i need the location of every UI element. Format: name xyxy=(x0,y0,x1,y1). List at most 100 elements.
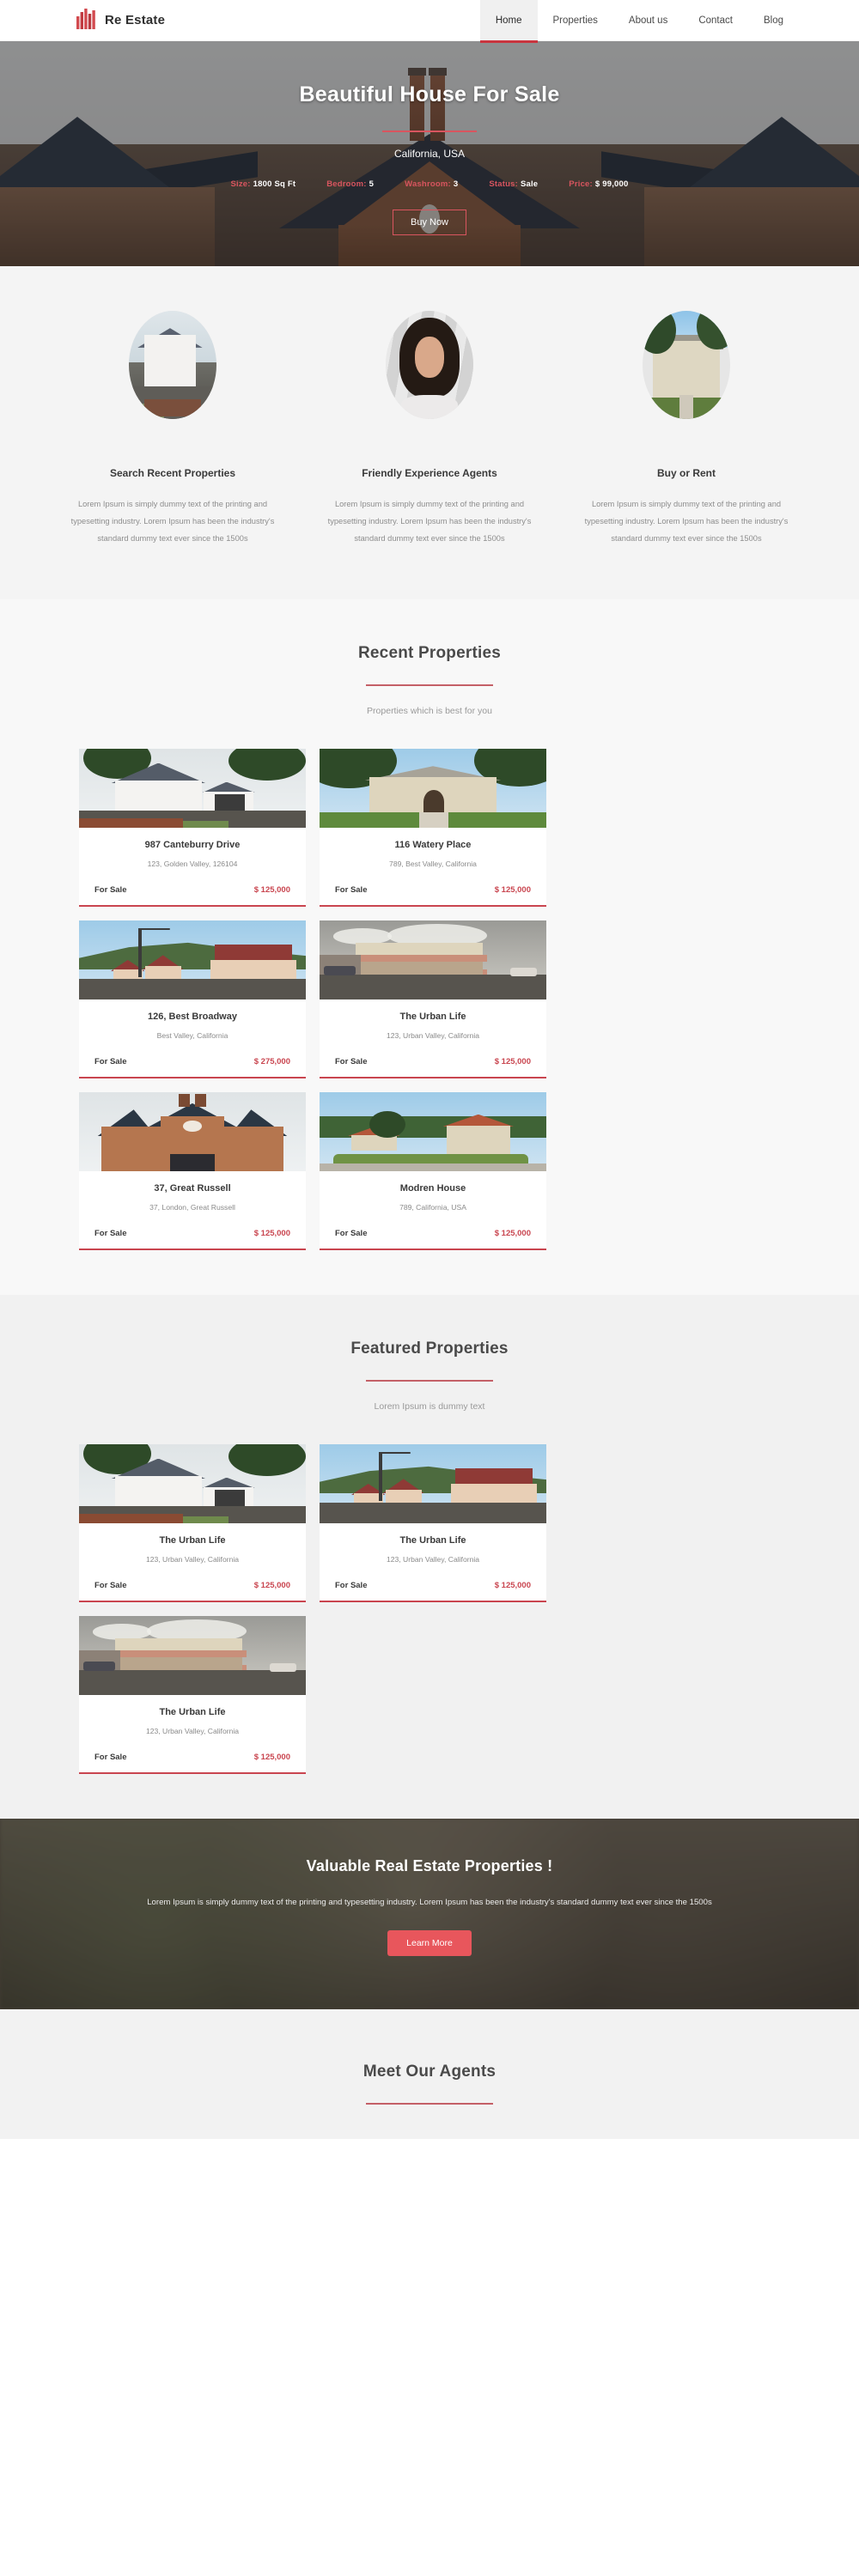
site-header: Re Estate Home Properties About us Conta… xyxy=(0,0,859,43)
mansion-photo xyxy=(643,311,730,419)
feature-title: Friendly Experience Agents xyxy=(362,467,497,479)
hero-stat-washroom: Washroom: 3 xyxy=(405,179,459,189)
section-subtitle: Lorem Ipsum is dummy text xyxy=(374,1400,485,1412)
hero-stat-price: Price: $ 99,000 xyxy=(569,179,629,189)
brand-logo[interactable]: Re Estate xyxy=(76,7,165,33)
property-title: 987 Canteburry Drive xyxy=(144,839,241,850)
main-nav: Home Properties About us Contact Blog xyxy=(479,0,799,43)
white-house-garage-photo xyxy=(79,748,306,828)
property-card[interactable]: 37, Great Russell 37, London, Great Russ… xyxy=(79,1091,306,1250)
property-price: $ 125,000 xyxy=(494,1056,531,1066)
agents-section: Meet Our Agents xyxy=(0,2008,859,2139)
features-section: Search Recent Properties Lorem Ipsum is … xyxy=(0,266,859,599)
feature-column-search: Search Recent Properties Lorem Ipsum is … xyxy=(60,311,285,548)
property-address: 123, Urban Valley, California xyxy=(145,1726,240,1735)
nav-item-blog[interactable]: Blog xyxy=(748,0,799,41)
property-status: For Sale xyxy=(335,884,368,895)
property-card[interactable]: 116 Watery Place 789, Best Valley, Calif… xyxy=(320,748,546,907)
property-address: 37, London, Great Russell xyxy=(149,1202,235,1212)
brand-name: Re Estate xyxy=(105,13,166,27)
property-address: Best Valley, California xyxy=(156,1030,228,1040)
property-card[interactable]: The Urban Life 123, Urban Valley, Califo… xyxy=(320,1443,546,1602)
property-title: The Urban Life xyxy=(399,1534,466,1546)
section-subtitle: Properties which is best for you xyxy=(367,705,492,716)
property-price: $ 275,000 xyxy=(253,1056,290,1066)
nav-item-home[interactable]: Home xyxy=(479,0,538,43)
white-house-photo xyxy=(129,311,216,419)
property-address: 789, California, USA xyxy=(399,1202,466,1212)
nav-item-contact[interactable]: Contact xyxy=(683,0,748,41)
property-address: 789, Best Valley, California xyxy=(389,859,477,868)
cta-banner: Valuable Real Estate Properties ! Lorem … xyxy=(0,1818,859,2009)
property-price: $ 125,000 xyxy=(253,1228,290,1238)
hero-title: Beautiful House For Sale xyxy=(299,82,560,106)
property-status: For Sale xyxy=(94,884,127,895)
property-address: 123, Urban Valley, California xyxy=(386,1030,480,1040)
property-status: For Sale xyxy=(94,1056,127,1066)
property-address: 123, Urban Valley, California xyxy=(386,1554,480,1564)
cta-title: Valuable Real Estate Properties ! xyxy=(306,1856,553,1874)
property-title: The Urban Life xyxy=(159,1534,226,1546)
red-roof-cottages-photo xyxy=(320,1443,546,1523)
corner-store-photo xyxy=(320,920,546,999)
red-roof-cottages-photo xyxy=(79,920,306,999)
nav-item-about-us[interactable]: About us xyxy=(613,0,683,41)
property-card[interactable]: The Urban Life 123, Urban Valley, Califo… xyxy=(79,1443,306,1602)
featured-properties-grid: The Urban Life 123, Urban Valley, Califo… xyxy=(0,1412,859,1774)
section-title: Meet Our Agents xyxy=(362,2062,497,2081)
agent-portrait-photo xyxy=(386,311,473,419)
learn-more-button[interactable]: Learn More xyxy=(387,1930,472,1957)
property-title: The Urban Life xyxy=(159,1706,226,1717)
property-price: $ 125,000 xyxy=(494,884,531,895)
property-price: $ 125,000 xyxy=(253,884,290,895)
property-title: 37, Great Russell xyxy=(154,1182,231,1194)
feature-column-agents: Friendly Experience Agents Lorem Ipsum i… xyxy=(317,311,542,548)
hero-stat-size: Size: 1800 Sq Ft xyxy=(230,179,296,189)
featured-properties-section: Featured Properties Lorem Ipsum is dummy… xyxy=(0,1294,859,1819)
feature-title: Search Recent Properties xyxy=(109,467,236,479)
property-card[interactable]: Modren House 789, California, USA For Sa… xyxy=(320,1091,546,1250)
feature-text: Lorem Ipsum is simply dummy text of the … xyxy=(327,500,532,543)
hero-stat-bedroom: Bedroom: 5 xyxy=(326,179,375,189)
brick-townhouse-photo xyxy=(79,1091,306,1171)
hero-divider xyxy=(382,131,477,132)
nav-item-properties[interactable]: Properties xyxy=(538,0,613,41)
corner-store-photo xyxy=(79,1615,306,1695)
cta-text: Lorem Ipsum is simply dummy text of the … xyxy=(147,1897,712,1907)
buy-now-button[interactable]: Buy Now xyxy=(392,210,467,235)
property-price: $ 125,000 xyxy=(494,1580,531,1590)
section-divider xyxy=(366,1379,493,1382)
property-status: For Sale xyxy=(335,1228,368,1238)
property-title: 126, Best Broadway xyxy=(148,1011,237,1022)
property-price: $ 125,000 xyxy=(494,1228,531,1238)
property-status: For Sale xyxy=(335,1580,368,1590)
property-status: For Sale xyxy=(94,1752,127,1762)
property-status: For Sale xyxy=(335,1056,368,1066)
property-card[interactable]: The Urban Life 123, Urban Valley, Califo… xyxy=(320,920,546,1078)
recent-properties-grid: 987 Canteburry Drive 123, Golden Valley,… xyxy=(0,716,859,1250)
villa-hedge-photo xyxy=(320,1091,546,1171)
hero-banner: Beautiful House For Sale California, USA… xyxy=(0,41,859,266)
property-price: $ 125,000 xyxy=(253,1580,290,1590)
hero-stats: Size: 1800 Sq Ft Bedroom: 5 Washroom: 3 Sta… xyxy=(230,179,628,189)
section-divider xyxy=(366,683,493,686)
building-bars-icon xyxy=(76,7,98,33)
property-address: 123, Golden Valley, 126104 xyxy=(147,859,238,868)
property-card[interactable]: 126, Best Broadway Best Valley, Californ… xyxy=(79,920,306,1078)
section-title: Recent Properties xyxy=(357,643,501,662)
property-card[interactable]: The Urban Life 123, Urban Valley, Califo… xyxy=(79,1615,306,1774)
property-address: 123, Urban Valley, California xyxy=(145,1554,240,1564)
property-title: Modren House xyxy=(399,1182,466,1194)
feature-text: Lorem Ipsum is simply dummy text of the … xyxy=(70,500,275,543)
feature-title: Buy or Rent xyxy=(656,467,716,479)
property-status: For Sale xyxy=(94,1228,127,1238)
white-house-garage-photo xyxy=(79,1443,306,1523)
feature-text: Lorem Ipsum is simply dummy text of the … xyxy=(584,500,789,543)
hero-stat-status: Status: Sale xyxy=(489,179,539,189)
feature-column-buy-or-rent: Buy or Rent Lorem Ipsum is simply dummy … xyxy=(574,311,799,548)
property-price: $ 125,000 xyxy=(253,1752,290,1762)
beige-mansion-photo xyxy=(320,748,546,828)
property-card[interactable]: 987 Canteburry Drive 123, Golden Valley,… xyxy=(79,748,306,907)
property-title: The Urban Life xyxy=(399,1011,466,1022)
property-title: 116 Watery Place xyxy=(394,839,472,850)
